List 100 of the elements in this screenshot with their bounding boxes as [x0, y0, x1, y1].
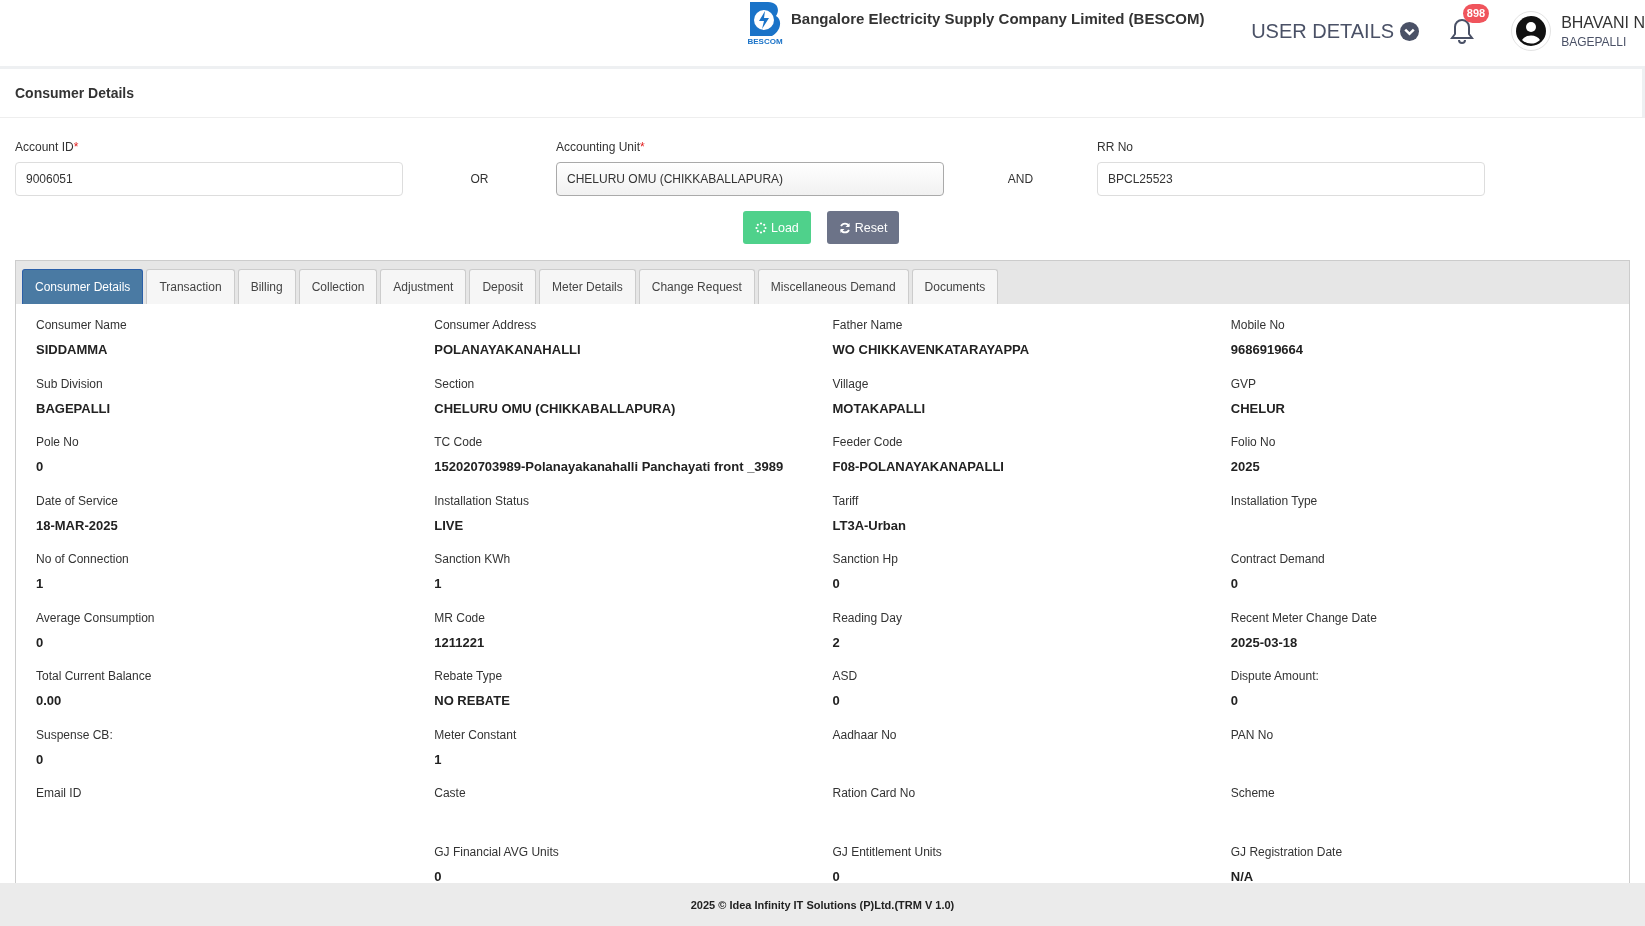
field-label: RR No: [1097, 140, 1134, 154]
detail-label: GVP: [1230, 376, 1258, 391]
detail-value: 0.00: [36, 693, 63, 708]
conjunction-label: AND: [1006, 171, 1035, 188]
detail-label: Contract Demand: [1230, 552, 1326, 566]
detail-value: 152020703989-Polanayakanahalli Panchayati front _3989: [434, 459, 785, 474]
detail-label: Meter Constant: [434, 727, 518, 742]
tab[interactable]: Meter Details: [539, 269, 636, 304]
detail-value: 2025-03-18: [1230, 634, 1299, 650]
detail-label: Total Current Balance: [36, 669, 153, 683]
tab[interactable]: Adjustment: [380, 269, 467, 304]
detail-label: Father Name: [832, 318, 904, 332]
detail-value: LT3A-Urban: [832, 517, 907, 533]
user-avatar-icon[interactable]: [1516, 16, 1547, 46]
user-details-menu[interactable]: USER DETAILS: [1251, 19, 1420, 43]
logo-caption: BESCOM: [747, 38, 783, 45]
tab[interactable]: Collection: [298, 269, 378, 304]
detail-value: 0: [36, 459, 45, 474]
lightning-logo-icon: [748, 2, 782, 38]
notification-badge: 898: [1462, 4, 1490, 23]
detail-label: TC Code: [434, 435, 484, 449]
detail-label: No of Connection: [36, 552, 130, 566]
detail-value: CHELUR: [1230, 400, 1286, 416]
detail-label: Folio No: [1230, 435, 1277, 449]
detail-value: 1211221: [434, 634, 486, 650]
field-label: Account ID*: [15, 140, 80, 154]
detail-value: 0: [36, 751, 45, 767]
detail-value: F08-POLANAYAKANAPALLI: [832, 459, 1005, 474]
detail-value: WO CHIKKAVENKATARAYAPPA: [832, 342, 1031, 357]
detail-value: 0: [1230, 693, 1239, 708]
detail-label: Consumer Name: [36, 318, 128, 332]
detail-label: Average Consumption: [36, 610, 156, 625]
field-label: Accounting Unit*: [556, 140, 646, 154]
detail-label: Sub Division: [36, 376, 104, 391]
refresh-icon: [838, 221, 851, 234]
tab[interactable]: Billing: [237, 269, 296, 304]
tab[interactable]: Documents: [911, 269, 999, 304]
reset-button[interactable]: Reset: [826, 211, 900, 244]
detail-label: Aadhaar No: [832, 727, 898, 742]
detail-label: Feeder Code: [832, 435, 904, 449]
detail-label: Sanction Hp: [832, 552, 899, 566]
detail-label: Village: [832, 376, 870, 391]
detail-label: Ration Card No: [832, 786, 917, 800]
user-name: BHAVANI N: [1561, 13, 1645, 32]
tab[interactable]: Transaction: [146, 269, 235, 304]
detail-value: BAGEPALLI: [36, 400, 112, 416]
detail-value: 0: [1230, 576, 1239, 591]
detail-label: GJ Entitlement Units: [832, 844, 943, 859]
detail-label: Suspense CB:: [36, 727, 114, 742]
detail-value: 0: [36, 634, 45, 650]
detail-value: POLANAYAKANAHALLI: [434, 342, 582, 357]
detail-value: 9686919664: [1230, 342, 1305, 357]
detail-label: Date of Service: [36, 493, 120, 508]
detail-label: GJ Financial AVG Units: [434, 844, 560, 859]
detail-label: Mobile No: [1230, 318, 1286, 332]
tab[interactable]: Miscellaneous Demand: [757, 269, 909, 304]
detail-label: Consumer Address: [434, 318, 538, 332]
detail-label: Installation Status: [434, 493, 530, 508]
conjunction-label: OR: [469, 171, 490, 188]
input-field[interactable]: 9006051: [15, 162, 403, 196]
detail-label: MR Code: [434, 610, 486, 625]
detail-value: 0: [832, 868, 841, 884]
detail-label: Tariff: [832, 493, 860, 508]
input-field[interactable]: BPCL25523: [1097, 162, 1485, 196]
detail-value: LIVE: [434, 517, 465, 533]
detail-label: Reading Day: [832, 610, 903, 625]
detail-label: GJ Registration Date: [1230, 844, 1344, 859]
dropdown-field[interactable]: CHELURU OMU (CHIKKABALLAPURA): [556, 162, 944, 196]
detail-label: Caste: [434, 786, 467, 800]
company-name: Bangalore Electricity Supply Company Limited (BESCOM): [791, 10, 1205, 27]
detail-label: Rebate Type: [434, 669, 504, 683]
bell-icon[interactable]: [1450, 18, 1475, 44]
detail-label: Pole No: [36, 435, 80, 449]
detail-label: Dispute Amount:: [1230, 669, 1320, 683]
detail-value: 1: [434, 576, 443, 591]
detail-value: 0: [434, 868, 443, 884]
detail-value: 0: [832, 576, 841, 591]
detail-label: Scheme: [1230, 786, 1276, 800]
detail-value: CHELURU OMU (CHIKKABALLAPURA): [434, 400, 677, 416]
copyright-text: 2025 © Idea Infinity IT Solutions (P)Ltd.(TRM V 1.0): [690, 898, 955, 911]
spinner-icon: [755, 221, 767, 234]
tab[interactable]: Deposit: [469, 269, 537, 304]
detail-label: Installation Type: [1230, 493, 1319, 508]
detail-label: ASD: [832, 669, 859, 683]
detail-label: Email ID: [36, 786, 83, 800]
detail-value: 1: [36, 576, 45, 591]
detail-value: 2: [832, 634, 841, 650]
detail-value: 0: [832, 693, 841, 708]
tab[interactable]: Consumer Details: [22, 269, 144, 304]
detail-label: Sanction KWh: [434, 552, 512, 566]
detail-label: Recent Meter Change Date: [1230, 610, 1378, 625]
detail-label: PAN No: [1230, 727, 1275, 742]
tab[interactable]: Change Request: [638, 269, 755, 304]
detail-value: 2025: [1230, 459, 1261, 474]
chevron-down-icon: [1400, 21, 1420, 41]
detail-value: SIDDAMMA: [36, 342, 109, 357]
detail-label: Section: [434, 376, 476, 391]
detail-value: 18-MAR-2025: [36, 517, 119, 533]
detail-value: NO REBATE: [434, 693, 511, 708]
user-location: BAGEPALLI: [1561, 34, 1628, 49]
